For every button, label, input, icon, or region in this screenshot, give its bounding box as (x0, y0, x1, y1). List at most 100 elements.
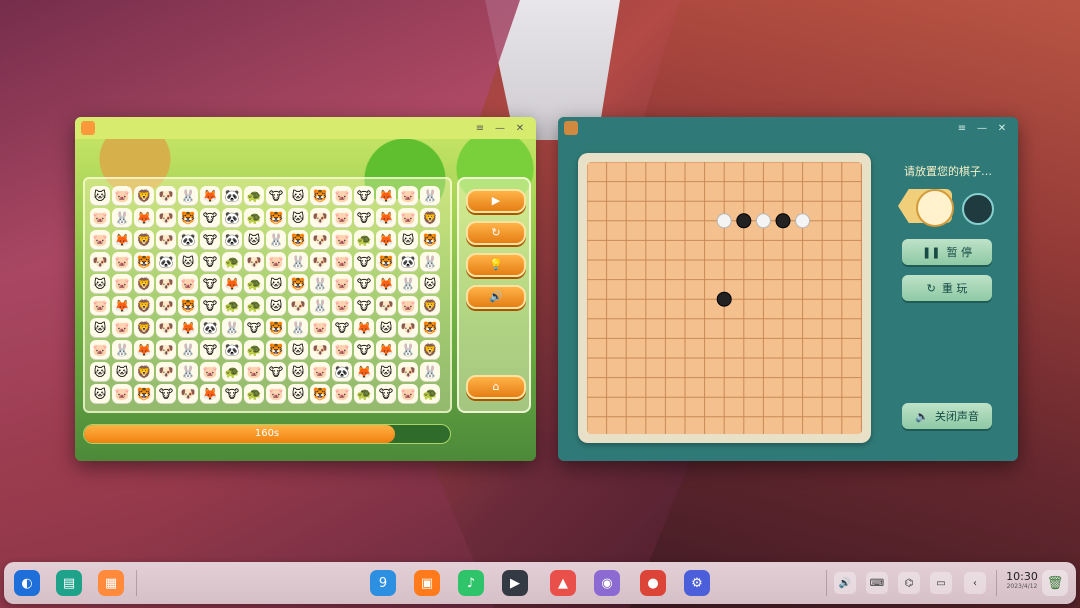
mute-button[interactable]: 🔈 关闭声音 (902, 403, 992, 429)
link-game-titlebar[interactable]: ≡ — ✕ (75, 117, 536, 139)
animal-tile[interactable]: 🦊 (376, 274, 396, 294)
animal-tile[interactable]: 🐱 (244, 230, 264, 250)
home-button[interactable]: ⌂ (466, 375, 526, 399)
animal-tile[interactable]: 🐷 (90, 340, 110, 360)
animal-tile[interactable]: 🐷 (90, 296, 110, 316)
animal-tile[interactable]: 🐶 (156, 362, 176, 382)
animal-tile[interactable]: 🐮 (354, 208, 374, 228)
animal-tile[interactable]: 🐶 (156, 208, 176, 228)
animal-tile[interactable]: 🐱 (288, 186, 308, 206)
animal-tile[interactable]: 🐰 (398, 340, 418, 360)
animal-tile[interactable]: 🐶 (376, 296, 396, 316)
animal-tile[interactable]: 🐯 (134, 384, 154, 404)
animal-tile[interactable]: 🐼 (222, 230, 242, 250)
animal-tile[interactable]: 🦁 (420, 296, 440, 316)
animal-tile[interactable]: 🦁 (134, 274, 154, 294)
close-button[interactable]: ✕ (510, 123, 530, 134)
animal-tile[interactable]: 🐷 (332, 296, 352, 316)
animal-tile[interactable]: 🐰 (266, 230, 286, 250)
animal-tile[interactable]: 🦊 (222, 274, 242, 294)
animal-tile[interactable]: 🐶 (178, 384, 198, 404)
launcher-icon[interactable]: ◐ (14, 570, 40, 596)
animal-tile[interactable]: 🐱 (90, 318, 110, 338)
animal-tile[interactable]: 🦊 (200, 186, 220, 206)
animal-tile[interactable]: 🐰 (420, 252, 440, 272)
animal-tile[interactable]: 🐰 (398, 274, 418, 294)
animal-tile[interactable]: 🐷 (332, 274, 352, 294)
animal-tile[interactable]: 🐢 (244, 274, 264, 294)
animal-tile[interactable]: 🦊 (376, 340, 396, 360)
menu-button[interactable]: ≡ (952, 123, 972, 134)
collapse-icon[interactable]: ‹ (964, 572, 986, 594)
animal-tile[interactable]: 🦊 (200, 384, 220, 404)
animal-tile[interactable]: 🐰 (178, 186, 198, 206)
animal-tile[interactable]: 🐮 (266, 362, 286, 382)
animal-tile[interactable]: 🐱 (288, 208, 308, 228)
animal-tile[interactable]: 🐷 (398, 186, 418, 206)
animal-tile[interactable]: 🦊 (376, 208, 396, 228)
animal-tile[interactable]: 🐱 (90, 274, 110, 294)
animal-tile[interactable]: 🐷 (332, 252, 352, 272)
animal-tile[interactable]: 🐢 (222, 252, 242, 272)
animal-tile[interactable]: 🐼 (156, 252, 176, 272)
animal-tile[interactable]: 🐯 (134, 252, 154, 272)
animal-tile[interactable]: 🐯 (376, 252, 396, 272)
app-store-icon[interactable]: ▣ (414, 570, 440, 596)
animal-tile[interactable]: 🐯 (420, 318, 440, 338)
animal-tile[interactable]: 🐶 (310, 208, 330, 228)
animal-tile[interactable]: 🦊 (178, 318, 198, 338)
animal-tile[interactable]: 🐷 (112, 384, 132, 404)
animal-tile[interactable]: 🐮 (332, 318, 352, 338)
animal-tile[interactable]: 🐷 (398, 296, 418, 316)
clock[interactable]: 10:30 2023/4/12 (1004, 570, 1040, 591)
animal-tile[interactable]: 🦁 (134, 318, 154, 338)
animal-tile[interactable]: 🐮 (156, 384, 176, 404)
animal-tile[interactable]: 🐢 (244, 384, 264, 404)
animal-tile[interactable]: 🐷 (310, 318, 330, 338)
animal-tile[interactable]: 🦁 (134, 296, 154, 316)
animal-tile[interactable]: 🐷 (398, 208, 418, 228)
animal-tile[interactable]: 🐯 (288, 274, 308, 294)
animal-tile[interactable]: 🐷 (398, 384, 418, 404)
animal-tile[interactable]: 🐼 (222, 186, 242, 206)
animal-tile[interactable]: 🐶 (398, 362, 418, 382)
animal-tile[interactable]: 🐰 (288, 252, 308, 272)
animal-tile[interactable]: 🦊 (134, 340, 154, 360)
restart-button[interactable]: ↻ 重 玩 (902, 275, 992, 301)
animal-tile[interactable]: 🐮 (200, 230, 220, 250)
pause-button[interactable]: ❚❚ 暂 停 (902, 239, 992, 265)
animal-tile[interactable]: 🐶 (310, 230, 330, 250)
volume-icon[interactable]: 🔊 (834, 572, 856, 594)
animal-tile[interactable]: 🐢 (222, 296, 242, 316)
animal-tile[interactable]: 🐢 (222, 362, 242, 382)
animal-tile[interactable]: 🐱 (398, 230, 418, 250)
animal-tile[interactable]: 🐶 (156, 296, 176, 316)
animal-tile[interactable]: 🐢 (244, 296, 264, 316)
animal-tile[interactable]: 🦁 (420, 340, 440, 360)
animal-tile[interactable]: 🦁 (134, 186, 154, 206)
animal-tile[interactable]: 🦊 (354, 318, 374, 338)
animal-tile[interactable]: 🐷 (200, 362, 220, 382)
sound-button[interactable]: 🔊 (466, 285, 526, 309)
battery-icon[interactable]: ▭ (930, 572, 952, 594)
animal-tile[interactable]: 🦊 (134, 208, 154, 228)
animal-tile[interactable]: 🐷 (332, 230, 352, 250)
animal-tile[interactable]: 🦊 (376, 230, 396, 250)
animal-tile[interactable]: 🐮 (200, 208, 220, 228)
animal-tile[interactable]: 🦊 (112, 296, 132, 316)
animal-tile[interactable]: 🐷 (112, 274, 132, 294)
animal-tile[interactable]: 🐢 (354, 384, 374, 404)
animal-tile[interactable]: 🐯 (266, 208, 286, 228)
animal-tile[interactable]: 🐶 (156, 230, 176, 250)
animal-tile[interactable]: 🐷 (244, 362, 264, 382)
animal-tile[interactable]: 🐶 (156, 318, 176, 338)
animal-tile[interactable]: 🐷 (310, 362, 330, 382)
animal-tile[interactable]: 🦁 (420, 208, 440, 228)
animal-tile[interactable]: 🐼 (332, 362, 352, 382)
minimize-button[interactable]: — (972, 123, 992, 134)
play-button[interactable]: ▶ (466, 189, 526, 213)
keyboard-icon[interactable]: ⌨ (866, 572, 888, 594)
animal-tile[interactable]: 🐰 (178, 340, 198, 360)
animal-tile[interactable]: 🐯 (178, 296, 198, 316)
chrome-icon[interactable]: ● (640, 570, 666, 596)
